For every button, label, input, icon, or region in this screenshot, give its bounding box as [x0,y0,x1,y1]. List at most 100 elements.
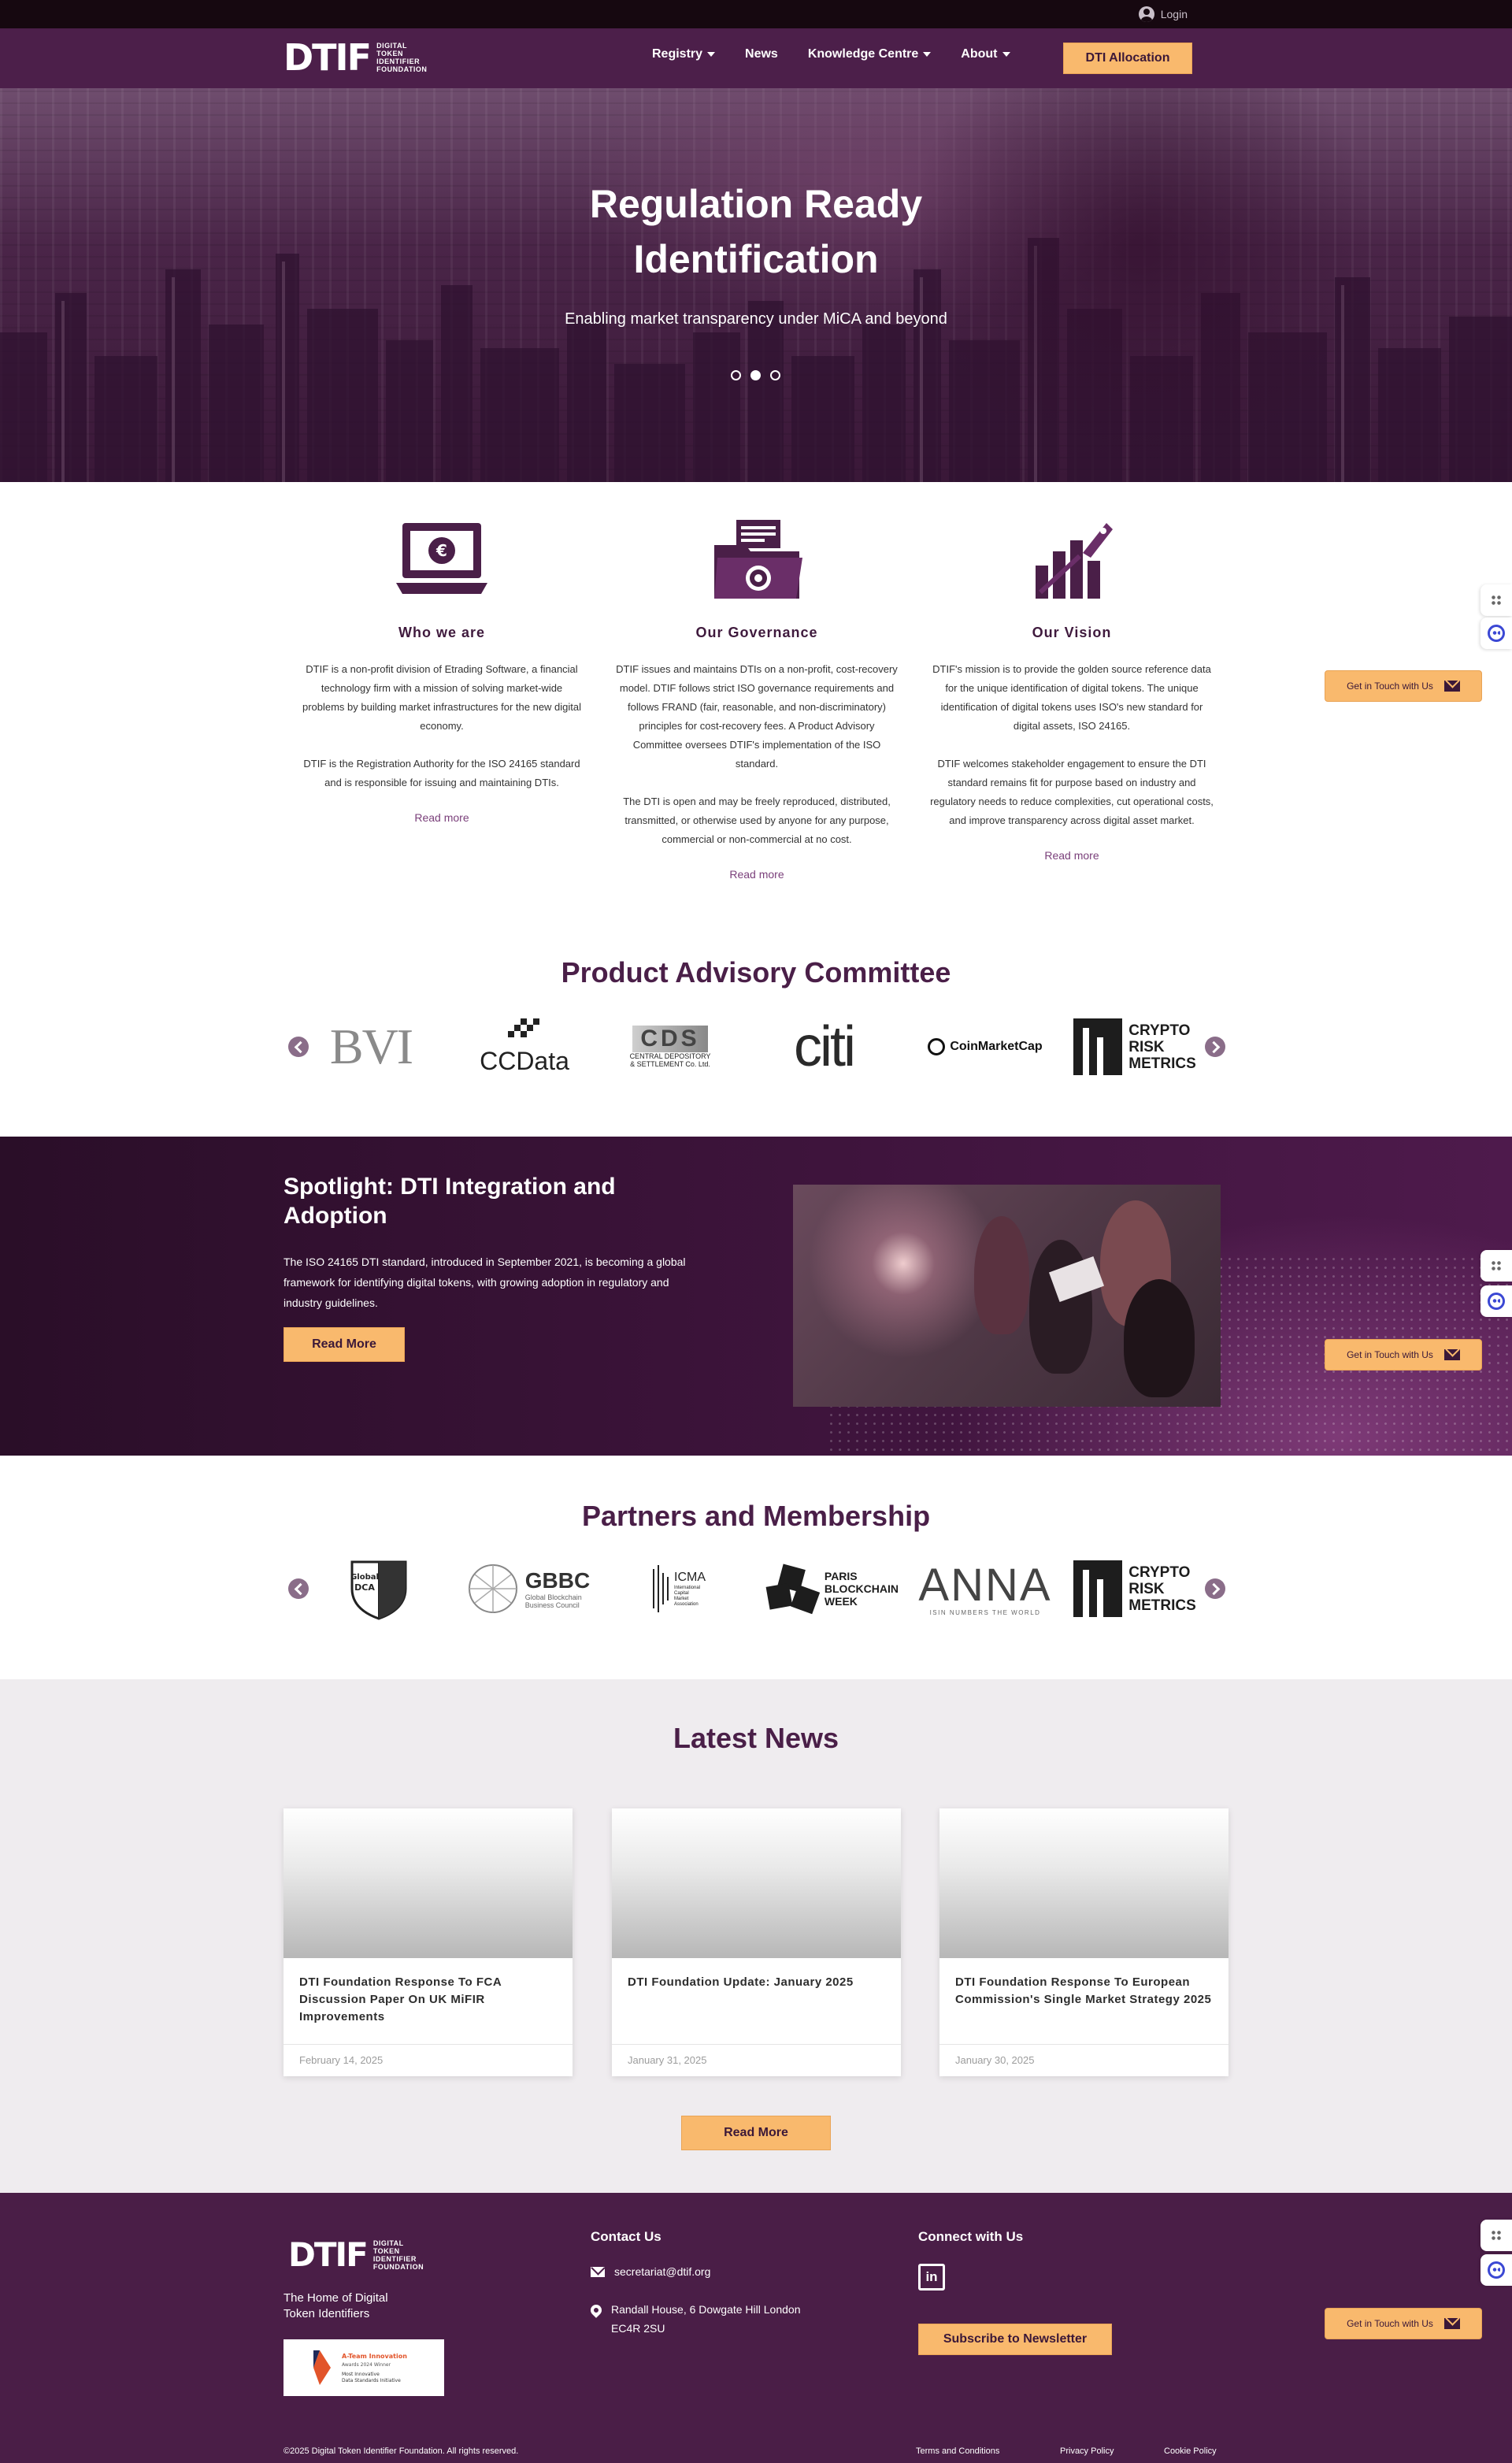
mail-icon [591,2267,605,2277]
caret-down-icon [923,52,932,57]
spotlight-section: Spotlight: DTI Integration and Adoption … [0,1137,1512,1456]
nav-item-label: About [961,47,998,61]
top-bar: Login [0,0,1512,28]
privacy-link[interactable]: Privacy Policy [1060,2446,1114,2456]
address-line: EC4R 2SU [611,2322,665,2335]
business-team-image [793,1185,1221,1407]
tagline-line: The Home of Digital [284,2291,388,2305]
growth-rocket-icon [1036,523,1113,599]
logo-text: PARIS [824,1570,858,1582]
get-in-touch-button[interactable]: Get in Touch with Us [1325,670,1482,702]
carousel-dot[interactable] [731,370,741,380]
chevron-right-icon[interactable] [1205,1037,1225,1057]
award-text: Awards 2024 Winner [342,2362,391,2368]
logo-sub-line: IDENTIFIER [376,57,421,65]
contact-email: secretariat@dtif.org [591,2262,710,2281]
our-governance-read-more-link[interactable]: Read more [614,868,899,881]
hero-title-line: Identification [633,237,879,281]
chatbot-icon[interactable] [1480,2254,1512,2286]
our-governance-column: Our Governance DTIF issues and maintains… [614,517,899,881]
linkedin-icon[interactable]: in [918,2264,945,2291]
logo-coinmarketcap[interactable]: CoinMarketCap [918,1011,1052,1082]
latest-news-title: Latest News [673,1722,839,1754]
award-text: Most Innovative [342,2372,380,2377]
cookie-link[interactable]: Cookie Policy [1164,2446,1217,2456]
news-card[interactable]: DTI Foundation Update: January 2025 Janu… [612,1808,901,2076]
news-card[interactable]: DTI Foundation Response To FCA Discussio… [284,1808,573,2076]
logo-anna[interactable]: ANNA ISIN NUMBERS THE WORLD [918,1553,1052,1624]
nav-item-label: Knowledge Centre [807,47,919,61]
get-in-touch-button[interactable]: Get in Touch with Us [1325,2308,1482,2339]
connect-title: Connect with Us [918,2229,1024,2244]
spotlight-read-more-button[interactable]: Read More [284,1327,405,1362]
news-card-date: January 31, 2025 [628,2054,707,2066]
logo-ccdata[interactable]: CCData [469,1011,580,1082]
logo-citi[interactable]: citi [769,1011,879,1082]
get-in-touch-label: Get in Touch with Us [1347,681,1433,692]
news-card[interactable]: DTI Foundation Response To European Comm… [939,1808,1228,2076]
apps-grid-icon[interactable] [1480,584,1512,616]
nav-item-news[interactable]: News [745,47,778,61]
who-we-are-read-more-link[interactable]: Read more [299,811,584,824]
logo-subtext: Market [674,1597,689,1601]
carousel-dot-active[interactable] [750,370,761,380]
logo-crypto-risk-metrics[interactable]: CRYPTO RISK METRICS [1068,1553,1202,1624]
news-card-image [612,1808,901,1958]
logo-bvi[interactable]: BVI [320,1011,422,1082]
nav-item-registry[interactable]: Registry [652,47,716,61]
logo-text: CDS [632,1026,708,1052]
get-in-touch-button[interactable]: Get in Touch with Us [1325,1339,1482,1371]
dti-allocation-button[interactable]: DTI Allocation [1063,43,1192,74]
news-card-image [939,1808,1228,1958]
nav-item-about[interactable]: About [961,47,1010,61]
news-card-title[interactable]: DTI Foundation Response To FCA Discussio… [284,1958,573,2045]
logo-text: DCA [354,1582,375,1593]
logo-text: CoinMarketCap [950,1040,1043,1053]
chevron-left-icon[interactable] [288,1037,309,1057]
subscribe-newsletter-button[interactable]: Subscribe to Newsletter [918,2324,1112,2355]
logo-text: BVI [329,1018,413,1074]
logo-subtext: Association [674,1602,699,1607]
address-text: Randall House, 6 Dowgate Hill London EC4… [611,2300,800,2338]
person-figure [974,1216,1029,1334]
news-read-more-button[interactable]: Read More [681,2116,831,2150]
chevron-right-icon[interactable] [1205,1578,1225,1599]
who-we-are-text: DTIF is a non-profit division of Etradin… [299,660,584,792]
logo-text: RISK [1128,1580,1165,1597]
apps-grid-icon[interactable] [1480,2220,1512,2251]
carousel-dot[interactable] [770,370,780,380]
chatbot-icon[interactable] [1480,1285,1512,1317]
nav-item-knowledge-centre[interactable]: Knowledge Centre [807,47,932,61]
bot-face [1488,625,1505,642]
news-card-title[interactable]: DTI Foundation Response To European Comm… [939,1958,1228,2045]
logo-global-dca[interactable]: Global DCA [343,1553,414,1624]
news-card-title[interactable]: DTI Foundation Update: January 2025 [612,1958,901,2045]
crm-mark-icon [1073,1018,1123,1075]
logo-subtext: Global Blockchain [524,1593,582,1601]
footer-logo[interactable]: DTIF DIGITAL TOKEN IDENTIFIER FOUNDATION [288,2237,424,2273]
chatbot-icon[interactable] [1480,618,1512,649]
tagline-line: Token Identifiers [284,2307,370,2320]
logo-subtext: Business Council [524,1601,580,1609]
logo-cds[interactable]: CDS CENTRAL DEPOSITORY & SETTLEMENT Co. … [619,1011,721,1082]
email-link[interactable]: secretariat@dtif.org [614,2262,710,2281]
spotlight-title: Spotlight: DTI Integration and Adoption [284,1174,616,1229]
award-graphic: A-Team Innovation Awards 2024 Winner Mos… [284,2339,444,2396]
logo-crypto-risk-metrics[interactable]: CRYPTO RISK METRICS [1068,1011,1202,1082]
contact-address: Randall House, 6 Dowgate Hill London EC4… [588,2300,800,2338]
logo-text: WEEK [824,1595,858,1608]
news-card-date: February 14, 2025 [299,2054,384,2066]
logo-icma[interactable]: ICMA International Capital Market Associ… [635,1553,721,1624]
grid-dots [1491,2230,1502,2241]
apps-grid-icon[interactable] [1480,1250,1512,1282]
terms-link[interactable]: Terms and Conditions [916,2446,999,2456]
login-link[interactable]: Login [1138,6,1188,22]
logo-text: CCData [480,1046,569,1075]
bot-face [1488,1293,1505,1310]
site-logo[interactable]: DTIF DIGITAL TOKEN IDENTIFIER FOUNDATION [284,39,427,76]
chevron-left-icon[interactable] [288,1578,309,1599]
logo-gbbc[interactable]: GBBC Global Blockchain Business Council [461,1553,595,1624]
logo-text: Global [350,1573,379,1582]
our-vision-read-more-link[interactable]: Read more [929,849,1214,862]
logo-paris-blockchain-week[interactable]: PARIS BLOCKCHAIN WEEK [765,1553,899,1624]
